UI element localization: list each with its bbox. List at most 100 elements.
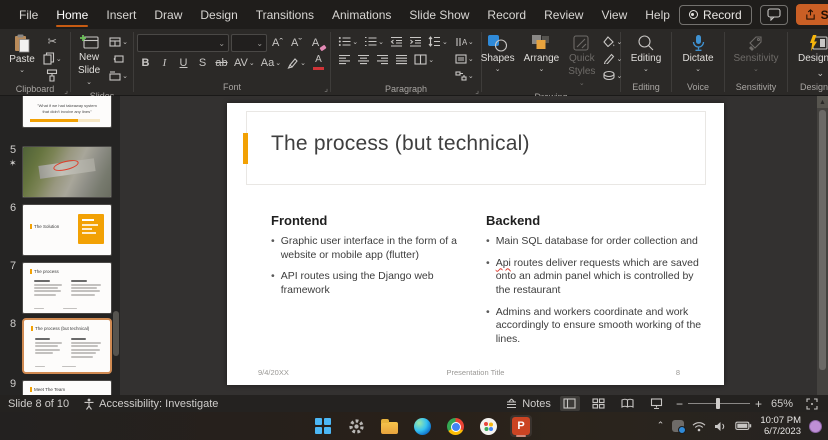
notes-button[interactable]: Notes (505, 398, 551, 410)
zoom-percentage[interactable]: 65% (771, 398, 793, 410)
increase-indent-button[interactable] (407, 34, 424, 49)
comments-button[interactable] (760, 5, 788, 25)
tray-battery[interactable] (735, 421, 752, 431)
reset-slide-button[interactable] (107, 51, 130, 66)
paste-button[interactable]: Paste ⌄ (6, 32, 38, 77)
start-button[interactable] (312, 415, 334, 437)
taskbar-file-explorer[interactable] (378, 415, 400, 437)
font-dialog-launcher[interactable]: ⌟ (324, 82, 328, 95)
columns-button[interactable]: ⌄ (412, 52, 436, 67)
zoom-slider[interactable] (688, 403, 750, 404)
underline-button[interactable]: U (175, 55, 192, 70)
bullets-button[interactable]: ⌄ (336, 34, 360, 49)
font-size-combo[interactable]: ⌄ (231, 34, 267, 52)
scroll-up-arrow-icon[interactable]: ▲ (817, 96, 828, 108)
designer-button[interactable]: Designer (795, 32, 828, 67)
new-slide-icon (79, 34, 99, 51)
taskbar-powerpoint[interactable]: P (510, 415, 532, 437)
taskbar-edge[interactable] (411, 415, 433, 437)
strikethrough-button[interactable]: ab (213, 55, 230, 70)
align-center-button[interactable] (355, 52, 372, 67)
align-center-icon (357, 54, 370, 65)
accessibility-checker[interactable]: Accessibility: Investigate (83, 398, 218, 410)
section-button[interactable]: ⌄ (107, 68, 130, 83)
collapse-ribbon-chevron-icon[interactable]: ⌄ (816, 68, 824, 79)
menu-insert[interactable]: Insert (97, 2, 145, 28)
character-spacing-button[interactable]: AV⌄ (232, 55, 257, 70)
menu-animations[interactable]: Animations (323, 2, 400, 28)
clear-formatting-button[interactable]: A (307, 36, 324, 51)
format-painter-button[interactable] (41, 68, 64, 83)
menu-file[interactable]: File (10, 2, 47, 28)
powerpoint-icon: P (512, 417, 530, 435)
tray-show-hidden-icons[interactable]: ⌃ (657, 420, 665, 431)
slide-8-editor[interactable]: The process (but technical) Frontend •Gr… (227, 103, 724, 385)
menu-transitions[interactable]: Transitions (247, 2, 323, 28)
editing-button[interactable]: Editing ⌄ (628, 32, 665, 76)
copy-button[interactable]: ⌄ (41, 51, 64, 66)
slide-layout-button[interactable]: ⌄ (107, 34, 130, 49)
tray-app-with-notification[interactable] (672, 420, 684, 432)
notification-badge[interactable] (809, 420, 822, 433)
scrollbar-thumb[interactable] (819, 110, 826, 370)
decrease-font-size-button[interactable]: Aˇ (288, 36, 305, 51)
canvas-scrollbar[interactable]: ▲ (817, 96, 828, 395)
cut-button[interactable]: ✂ (41, 34, 64, 49)
font-color-button[interactable]: A (310, 55, 327, 70)
zoom-in-button[interactable]: + (755, 397, 762, 411)
numbering-icon (364, 36, 377, 47)
arrange-button[interactable]: Arrange ⌄ (521, 32, 563, 76)
fit-slide-to-window-button[interactable] (802, 396, 822, 411)
menu-slide-show[interactable]: Slide Show (400, 2, 478, 28)
new-slide-button[interactable]: New Slide ⌄ (74, 32, 104, 90)
taskbar-clock[interactable]: 10:07 PM 6/7/2023 (760, 415, 801, 438)
tray-volume[interactable] (714, 421, 727, 432)
record-button[interactable]: Record (679, 5, 752, 25)
taskbar-chrome[interactable] (444, 415, 466, 437)
menu-view[interactable]: View (592, 2, 636, 28)
menu-help[interactable]: Help (636, 2, 679, 28)
align-text-button[interactable]: ⌄ (453, 51, 476, 66)
footer-slide-number: 8 (676, 368, 680, 377)
increase-font-size-button[interactable]: Aˆ (269, 36, 286, 51)
text-direction-button[interactable]: A⌄ (453, 34, 476, 49)
menu-record[interactable]: Record (478, 2, 535, 28)
bold-button[interactable]: B (137, 55, 154, 70)
change-case-button[interactable]: Aa⌄ (259, 55, 283, 70)
clock-date: 6/7/2023 (760, 426, 801, 437)
taskbar-colorful-app[interactable] (477, 415, 499, 437)
decrease-indent-button[interactable] (388, 34, 405, 49)
line-spacing-button[interactable]: ⌄ (426, 34, 450, 49)
slideshow-view-button[interactable] (647, 396, 667, 411)
shapes-button[interactable]: Shapes ⌄ (478, 32, 518, 76)
font-name-combo[interactable]: ⌄ (137, 34, 229, 52)
numbering-button[interactable]: ⌄ (362, 34, 386, 49)
menu-review[interactable]: Review (535, 2, 592, 28)
text-shadow-button[interactable]: S (194, 55, 211, 70)
slide-title[interactable]: The process (but technical) (271, 132, 530, 156)
dictate-button[interactable]: Dictate ⌄ (679, 32, 716, 76)
zoom-slider-thumb[interactable] (716, 398, 720, 409)
italic-button[interactable]: I (156, 55, 173, 70)
backend-column[interactable]: Backend •Main SQL database for order col… (486, 213, 708, 354)
frontend-column[interactable]: Frontend •Graphic user interface in the … (271, 213, 476, 306)
taskbar-settings[interactable] (345, 415, 367, 437)
menu-design[interactable]: Design (191, 2, 246, 28)
tray-wifi[interactable] (692, 421, 706, 432)
justify-button[interactable] (393, 52, 410, 67)
reading-view-icon (621, 398, 634, 409)
slide-sorter-view-button[interactable] (589, 396, 609, 411)
normal-view-button[interactable] (560, 396, 580, 411)
zoom-out-button[interactable]: − (676, 397, 683, 411)
reading-view-button[interactable] (618, 396, 638, 411)
menu-draw[interactable]: Draw (145, 2, 191, 28)
share-button[interactable]: Share ⌄ (796, 4, 828, 25)
align-right-button[interactable] (374, 52, 391, 67)
chrome-icon (447, 418, 464, 435)
align-left-button[interactable] (336, 52, 353, 67)
thumbnail-panel-scrollbar[interactable] (113, 311, 119, 356)
convert-smartart-button[interactable]: ⌄ (453, 68, 476, 83)
text-highlight-button[interactable]: ⌄ (285, 55, 308, 70)
sensitivity-button: Sensitivity ⌄ (730, 32, 781, 76)
menu-home[interactable]: Home (47, 2, 97, 28)
